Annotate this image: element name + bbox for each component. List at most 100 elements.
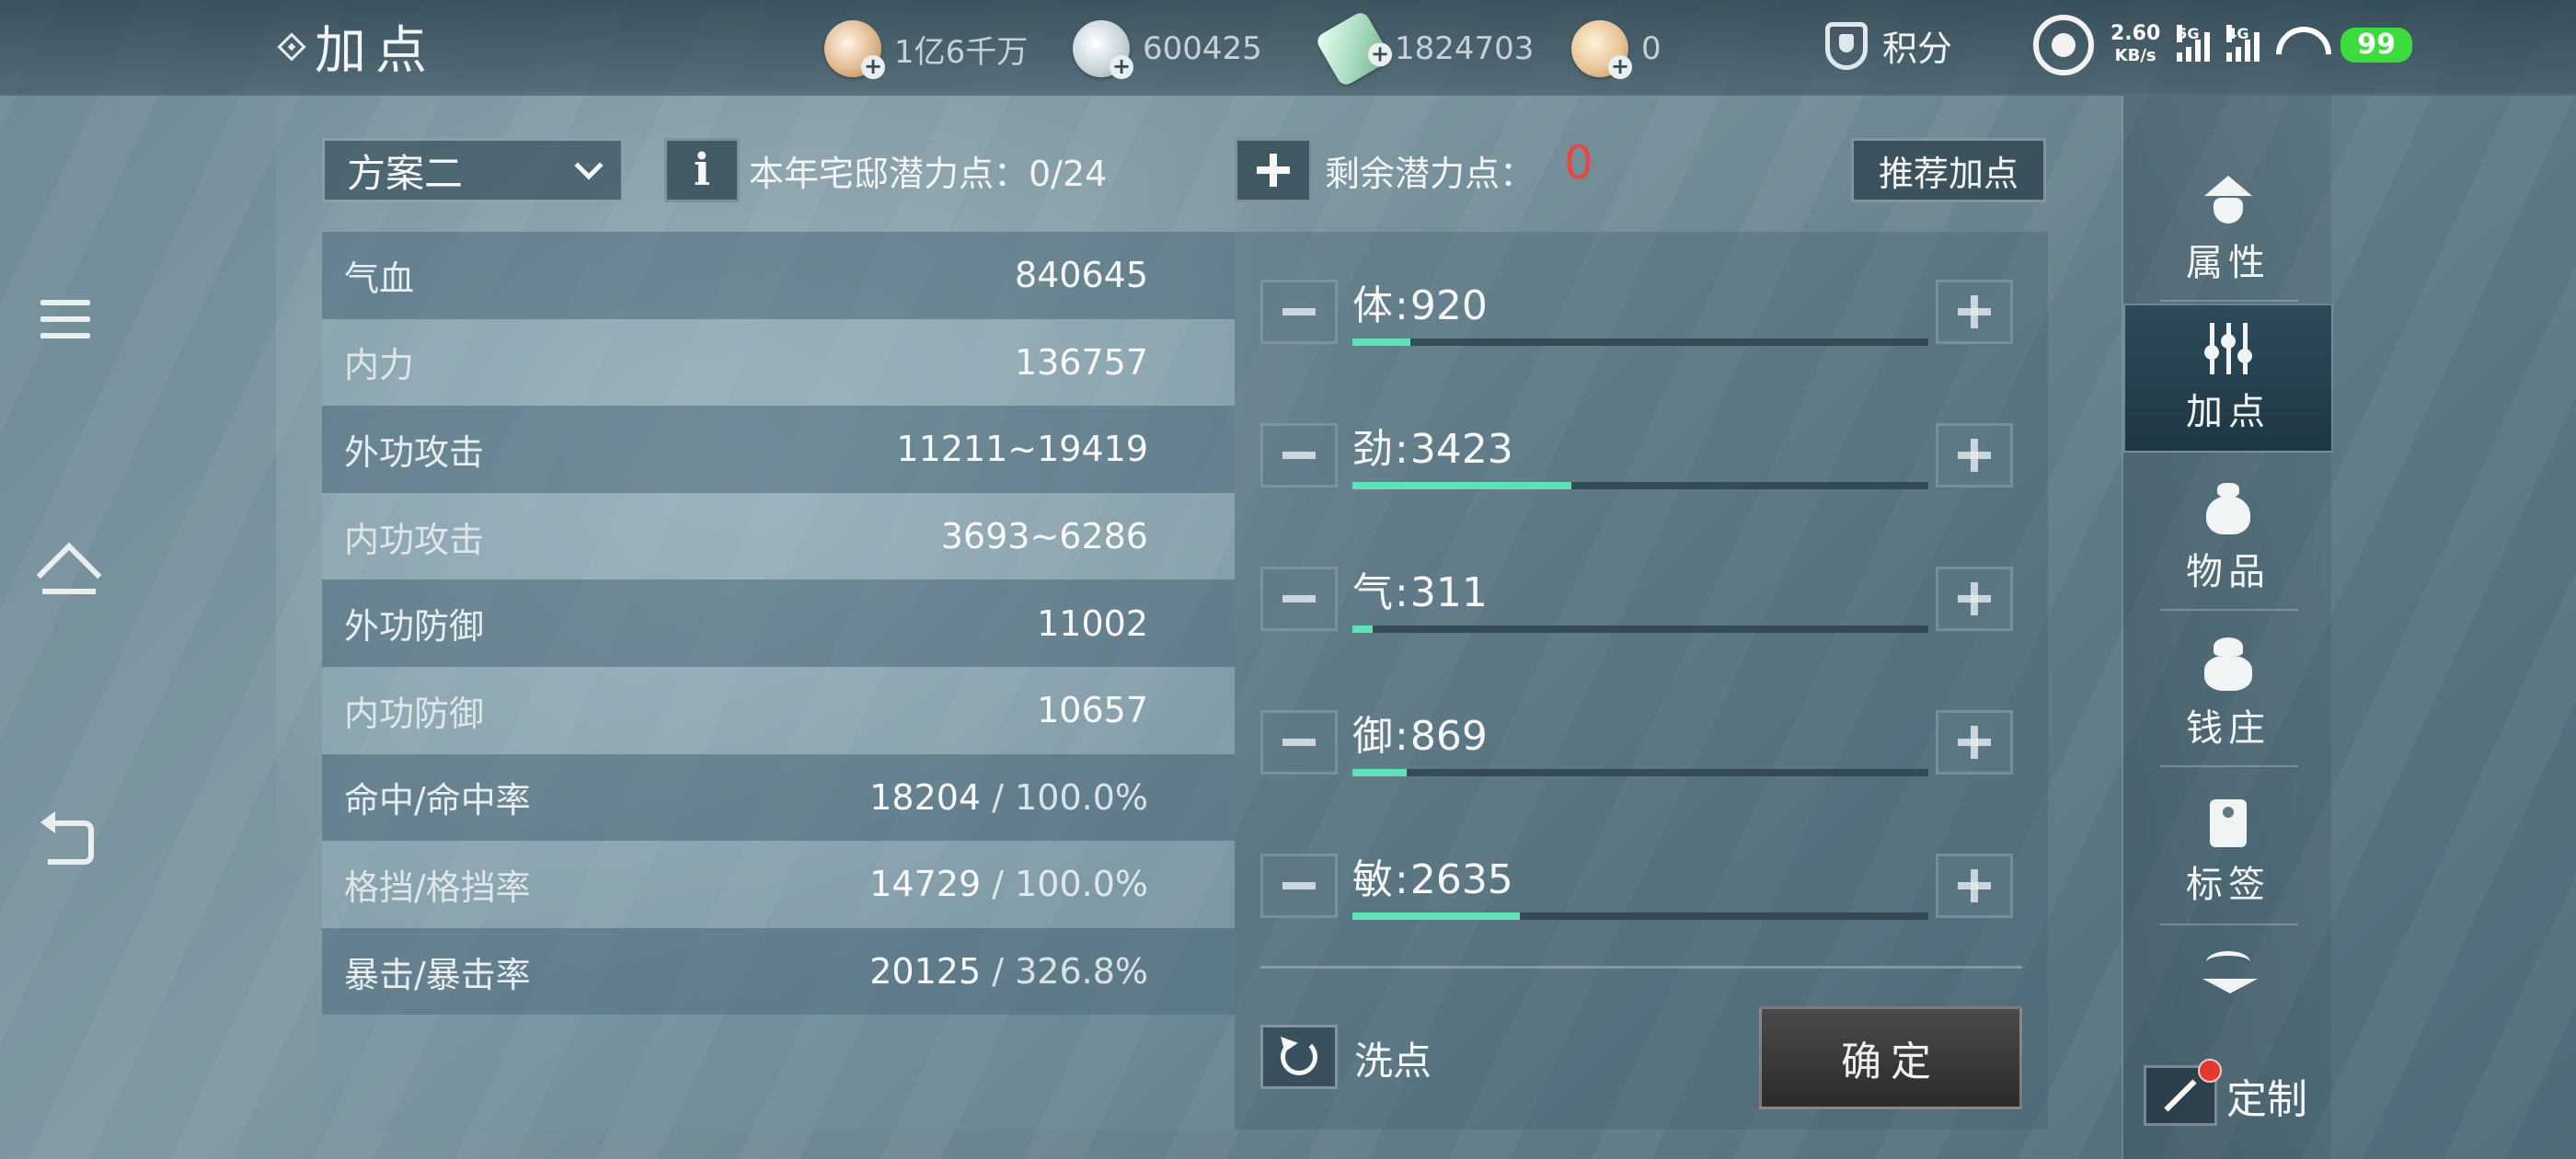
home-icon[interactable] (40, 548, 96, 603)
minus-icon (1282, 452, 1316, 459)
minus-icon (1282, 308, 1316, 316)
attribute-row-agility: 敏:2635 (1260, 846, 2022, 929)
increase-button[interactable] (1936, 567, 2013, 631)
minus-icon (1282, 595, 1316, 602)
page-title: 加点 (315, 21, 436, 81)
decrease-button[interactable] (1260, 567, 1338, 631)
tab-divider (2160, 924, 2298, 925)
table-row: 内功防御 10657 (322, 666, 1235, 754)
stat-value: 20125 / 326.8% (869, 951, 1148, 993)
info-button[interactable]: i (664, 138, 740, 202)
currency-silver-value: 600425 (1143, 30, 1262, 67)
stat-value-number: 14729 (869, 864, 982, 905)
tab-divider (2160, 765, 2298, 767)
attribute-row-defense: 御:869 (1260, 703, 2022, 786)
back-icon[interactable] (40, 809, 96, 865)
house-potential-points: 本年宅邸潜力点：0/24 (749, 154, 1108, 194)
tab-divider (2160, 300, 2298, 302)
menu-icon[interactable] (40, 300, 96, 355)
app-notification-icon (2033, 15, 2094, 75)
remaining-points-label: 剩余潜力点： (1325, 154, 1535, 194)
network-speed-unit: KB/s (2114, 46, 2156, 65)
page-title-group: 加点 (277, 9, 436, 84)
attribute-text: 体:920 (1352, 282, 1488, 329)
tag-icon (2201, 794, 2256, 849)
tab-items[interactable]: 物品 (2123, 464, 2333, 613)
stat-value-rate: 100.0% (1015, 776, 1148, 818)
tab-tags[interactable]: 标签 (2123, 776, 2333, 925)
attribute-progress-bar (1352, 912, 1928, 920)
attribute-row-constitution: 体:920 (1260, 272, 2022, 355)
hat-icon (2201, 172, 2256, 227)
tab-attributes[interactable]: 属性 (2123, 155, 2333, 304)
tab-add-points[interactable]: 加点 (2123, 304, 2333, 453)
customize-button[interactable]: 定制 (2144, 1059, 2307, 1126)
attribute-progress-fill (1352, 625, 1373, 633)
table-row: 气血 840645 (322, 232, 1235, 319)
decrease-button[interactable] (1260, 423, 1338, 488)
wifi-icon (2276, 27, 2324, 63)
attribute-progress-fill (1352, 482, 1571, 489)
currency-copper[interactable]: + 1亿6千万 (824, 20, 1029, 79)
attribute-progress-fill (1352, 339, 1410, 346)
increase-button[interactable] (1936, 854, 2013, 918)
gold-ingot-icon: + (1571, 20, 1632, 79)
tab-label: 钱庄 (2186, 707, 2271, 750)
increase-button[interactable] (1936, 280, 2013, 344)
stat-value: 14729 / 100.0% (869, 864, 1148, 905)
copper-coin-icon: + (824, 20, 885, 79)
score-button[interactable]: 积分 (1825, 20, 1952, 71)
currency-jade[interactable]: + 1824703 (1314, 9, 1534, 88)
silver-ingot-icon: + (1073, 20, 1133, 79)
currency-copper-value: 1亿6千万 (894, 33, 1029, 71)
top-bar: 加点 + 1亿6千万 + 600425 + 1824703 + 0 积分 2.6… (0, 0, 2576, 96)
attribute-value: 2635 (1409, 856, 1513, 903)
attribute-label: 体 (1352, 282, 1393, 329)
attribute-label: 气 (1352, 569, 1393, 616)
confirm-button[interactable]: 确定 (1759, 1006, 2022, 1109)
recommend-points-button[interactable]: 推荐加点 (1851, 138, 2046, 202)
attribute-value: 311 (1409, 569, 1488, 616)
stat-label: 气血 (344, 258, 415, 299)
stat-label: 暴击/暴击率 (344, 954, 531, 995)
decrease-button[interactable] (1260, 854, 1338, 918)
signal-5g-icon: 5G (2177, 25, 2211, 62)
shield-icon (1825, 21, 1868, 70)
stat-value: 11002 (1037, 602, 1148, 644)
stat-value-number: 18204 (869, 776, 982, 818)
network-speed-value: 2.60 (2110, 22, 2161, 45)
decrease-button[interactable] (1260, 710, 1338, 775)
increase-button[interactable] (1936, 423, 2013, 488)
tab-label: 加点 (2186, 391, 2271, 433)
expand-more-icon[interactable] (2201, 951, 2258, 1025)
plus-icon (1958, 582, 1991, 615)
attribute-label: 敏 (1352, 856, 1393, 903)
decrease-button[interactable] (1260, 280, 1338, 344)
increase-button[interactable] (1936, 710, 2013, 775)
signal-5g-label: 5G (2177, 25, 2200, 42)
currency-gold[interactable]: + 0 (1571, 20, 1662, 79)
plus-icon (1257, 154, 1290, 187)
score-label: 积分 (1882, 29, 1953, 69)
table-row: 暴击/暴击率 20125 / 326.8% (322, 927, 1235, 1016)
attribute-progress-bar (1352, 339, 1928, 346)
stat-value-rate: 100.0% (1015, 864, 1148, 905)
reset-points-button[interactable] (1260, 1025, 1338, 1089)
minus-icon (1282, 882, 1316, 889)
scheme-dropdown[interactable]: 方案二 (322, 138, 624, 202)
attribute-value: 3423 (1409, 426, 1513, 473)
add-potential-button[interactable] (1235, 138, 1312, 202)
attribute-row-strength: 劲:3423 (1260, 416, 2022, 499)
tab-bank[interactable]: 钱庄 (2123, 620, 2333, 769)
attribute-progress-fill (1352, 769, 1408, 776)
notification-dot (2198, 1059, 2222, 1083)
tab-label: 属性 (2186, 242, 2271, 284)
tab-label: 物品 (2186, 551, 2271, 593)
table-row: 命中/命中率 18204 / 100.0% (322, 753, 1235, 842)
tab-label: 标签 (2186, 864, 2271, 906)
divider (1260, 966, 2022, 969)
currency-silver[interactable]: + 600425 (1073, 20, 1262, 79)
plus-icon (1958, 869, 1991, 902)
table-row: 外功攻击 11211~19419 (322, 406, 1235, 493)
money-bag-icon (2201, 637, 2256, 693)
